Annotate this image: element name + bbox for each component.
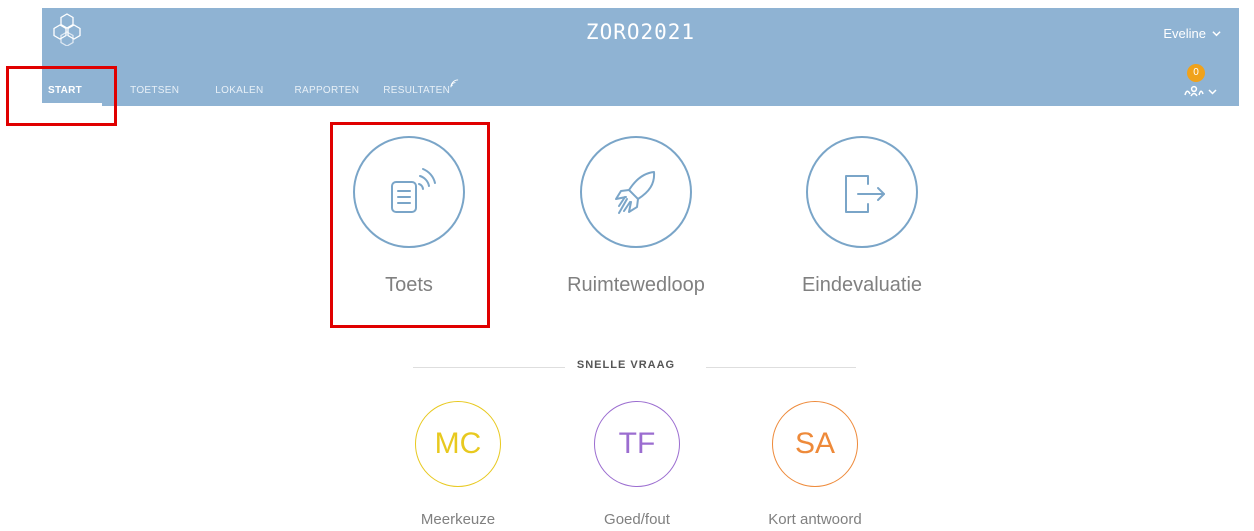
user-name: Eveline <box>1163 26 1206 41</box>
top-header: ZORO2021 Eveline START TOETSEN LOKALEN R… <box>41 8 1239 106</box>
tab-toetsen[interactable]: TOETSEN <box>130 76 179 106</box>
quick-sa[interactable]: SA Kort antwoord <box>750 401 880 528</box>
tab-lokalen-label: LOKALEN <box>215 85 264 96</box>
quick-tf-circle: TF <box>594 401 680 487</box>
quick-tf-label: Goed/fout <box>604 511 670 528</box>
main-nav: START TOETSEN LOKALEN RAPPORTEN RESULTAT… <box>41 76 459 106</box>
tile-eindevaluatie-label: Eindevaluatie <box>801 274 923 296</box>
exit-arrow-icon <box>845 175 885 213</box>
chevron-down-icon <box>1212 31 1221 37</box>
room-code: ZORO2021 <box>585 20 696 44</box>
tab-rapporten-label: RAPPORTEN <box>294 85 360 96</box>
user-menu[interactable]: Eveline <box>1163 26 1221 41</box>
tile-toets[interactable]: Toets <box>329 136 489 297</box>
tab-rapporten[interactable]: RAPPORTEN <box>294 76 359 106</box>
socrative-app: ZORO2021 Eveline START TOETSEN LOKALEN R… <box>0 0 1254 531</box>
tile-ruimtewedloop-label: Ruimtewedloop <box>567 274 705 296</box>
quick-sa-circle: SA <box>772 401 858 487</box>
test-document-wireless-icon <box>391 168 436 213</box>
quick-mc[interactable]: MC Meerkeuze <box>393 401 523 528</box>
quick-mc-label: Meerkeuze <box>420 511 496 528</box>
quick-question-heading: SNELLE VRAAG <box>576 359 676 371</box>
rocket-icon <box>615 171 656 214</box>
tab-lokalen[interactable]: LOKALEN <box>215 76 263 106</box>
tile-eindevaluatie[interactable]: Eindevaluatie <box>782 136 942 297</box>
quick-tf[interactable]: TF Goed/fout <box>572 401 702 528</box>
students-chevron-icon <box>1184 85 1217 97</box>
tab-resultaten[interactable]: RESULTATEN <box>383 76 459 106</box>
notifications-menu[interactable]: 0 <box>1177 62 1219 102</box>
tile-toets-label: Toets <box>385 274 433 296</box>
ruimtewedloop-circle <box>580 136 692 248</box>
quick-sa-label: Kort antwoord <box>768 511 862 528</box>
tab-resultaten-label: RESULTATEN <box>383 85 451 96</box>
tab-toetsen-label: TOETSEN <box>130 85 180 96</box>
toets-circle <box>353 136 465 248</box>
divider-left <box>413 367 565 368</box>
tile-ruimtewedloop[interactable]: Ruimtewedloop <box>556 136 716 297</box>
divider-right <box>706 367 856 368</box>
tab-start[interactable]: START <box>41 76 103 106</box>
live-signal-icon <box>450 79 459 88</box>
tab-start-label: START <box>48 85 83 96</box>
quick-mc-circle: MC <box>415 401 501 487</box>
eindevaluatie-circle <box>806 136 918 248</box>
